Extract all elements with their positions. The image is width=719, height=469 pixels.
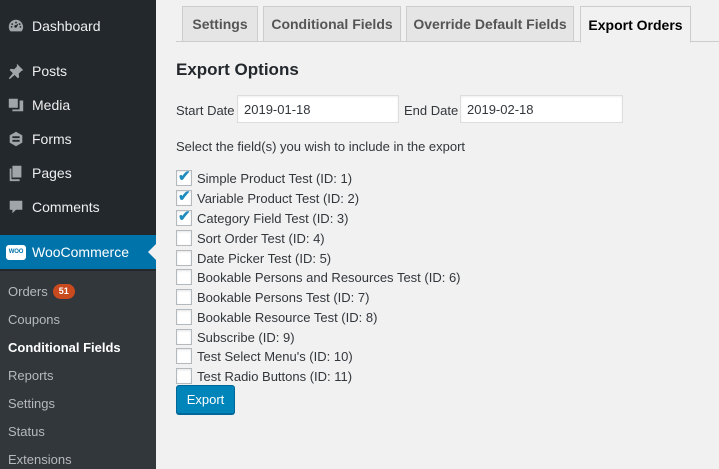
field-label: Date Picker Test (ID: 5) [197,250,332,266]
field-label: Variable Product Test (ID: 2) [197,190,360,206]
sidebar-item-media[interactable]: Media [0,88,156,122]
field-option[interactable]: ✔ Category Field Test (ID: 3) [176,208,349,226]
field-option[interactable]: ✔ Variable Product Test (ID: 2) [176,188,360,206]
field-checkbox[interactable]: ✔ [176,250,192,266]
sidebar-item-label: Posts [32,63,68,79]
checkmark-icon: ✔ [178,168,191,185]
end-date-label: End Date [404,103,459,118]
tab-settings[interactable]: Settings [182,6,258,42]
field-checkbox[interactable]: ✔ [176,368,192,384]
sidebar-item-woocommerce[interactable]: WOO WooCommerce [0,235,156,269]
field-checkbox[interactable]: ✔ [176,309,192,325]
field-label: Sort Order Test (ID: 4) [197,230,325,246]
field-label: Test Select Menu's (ID: 10) [197,348,353,364]
sidebar-item-label: Dashboard [32,18,101,34]
start-date-input[interactable] [237,95,399,123]
tab-conditional-fields[interactable]: Conditional Fields [263,6,401,42]
submenu-item-label: Status [8,423,45,439]
sidebar-item-forms[interactable]: Forms [0,122,156,156]
tab-export-orders[interactable]: Export Orders [580,6,691,43]
submenu-item-label: Settings [8,395,55,411]
submenu-item-orders[interactable]: Orders 51 [8,281,75,301]
woocommerce-logo: WOO [6,244,26,260]
field-option[interactable]: ✔ Bookable Resource Test (ID: 8) [176,309,377,325]
sidebar-item-label: WooCommerce [32,244,129,260]
media-icon [6,95,26,115]
field-checkbox[interactable]: ✔ [176,348,192,364]
sidebar-item-label: Media [32,97,71,113]
field-label: Bookable Resource Test (ID: 8) [197,309,378,325]
field-option[interactable]: ✔ Date Picker Test (ID: 5) [176,250,331,266]
field-option[interactable]: ✔ Sort Order Test (ID: 4) [176,230,325,246]
field-option[interactable]: ✔ Test Select Menu's (ID: 10) [176,348,353,364]
sidebar-item-label: Comments [32,199,100,215]
woocommerce-icon: WOO [6,242,26,262]
submenu-item-reports[interactable]: Reports [8,365,54,385]
field-option[interactable]: ✔ Test Radio Buttons (ID: 11) [176,368,352,384]
admin-sidebar: Dashboard Posts Media Forms Pages Commen… [0,0,156,469]
sidebar-item-label: Forms [32,131,72,147]
submenu-item-coupons[interactable]: Coupons [8,309,60,329]
submenu-item-label: Conditional Fields [8,339,121,355]
field-label: Category Field Test (ID: 3) [197,210,349,226]
sidebar-item-dashboard[interactable]: Dashboard [0,9,156,43]
submenu-item-label: Reports [8,367,54,383]
submenu-item-label: Extensions [8,451,72,467]
submenu-item-status[interactable]: Status [8,421,45,441]
pages-icon [6,163,26,183]
comment-icon [6,197,26,217]
field-label: Test Radio Buttons (ID: 11) [197,368,353,384]
field-checkbox[interactable]: ✔ [176,188,192,206]
export-button[interactable]: Export [176,385,235,414]
field-checkbox[interactable]: ✔ [176,168,192,186]
submenu-item-conditional-fields[interactable]: Conditional Fields [8,337,121,357]
orders-count-badge: 51 [52,283,75,299]
field-label: Bookable Persons Test (ID: 7) [197,289,370,305]
end-date-input[interactable] [460,95,623,123]
field-checkbox[interactable]: ✔ [176,230,192,246]
pin-icon [6,61,26,81]
field-label: Bookable Persons and Resources Test (ID:… [197,269,461,285]
checkmark-icon: ✔ [178,208,191,225]
forms-icon [6,129,26,149]
submenu-item-label: Coupons [8,311,61,327]
tab-override-default-fields[interactable]: Override Default Fields [406,6,574,42]
page-title: Export Options [176,60,299,79]
field-selection-instruction: Select the field(s) you wish to include … [176,139,466,154]
submenu-item-settings[interactable]: Settings [8,393,55,413]
settings-tabs: Settings Conditional Fields Override Def… [176,6,719,43]
field-option[interactable]: ✔ Subscribe (ID: 9) [176,329,295,345]
sidebar-item-comments[interactable]: Comments [0,190,156,224]
sidebar-item-posts[interactable]: Posts [0,54,156,88]
active-menu-arrow [148,244,156,260]
field-option[interactable]: ✔ Bookable Persons and Resources Test (I… [176,269,461,285]
sidebar-item-label: Pages [32,165,72,181]
checkmark-icon: ✔ [178,188,191,205]
field-option[interactable]: ✔ Simple Product Test (ID: 1) [176,168,353,186]
submenu-item-extensions[interactable]: Extensions [8,449,72,469]
start-date-label: Start Date [176,103,235,118]
sidebar-item-pages[interactable]: Pages [0,156,156,190]
field-checkbox[interactable]: ✔ [176,289,192,305]
field-label: Subscribe (ID: 9) [197,329,295,345]
field-label: Simple Product Test (ID: 1) [197,170,353,186]
dashboard-icon [6,16,26,36]
field-checkbox[interactable]: ✔ [176,329,192,345]
submenu-item-label: Orders [8,283,48,299]
field-option[interactable]: ✔ Bookable Persons Test (ID: 7) [176,289,369,305]
field-checkbox[interactable]: ✔ [176,208,192,226]
field-checkbox[interactable]: ✔ [176,269,192,285]
